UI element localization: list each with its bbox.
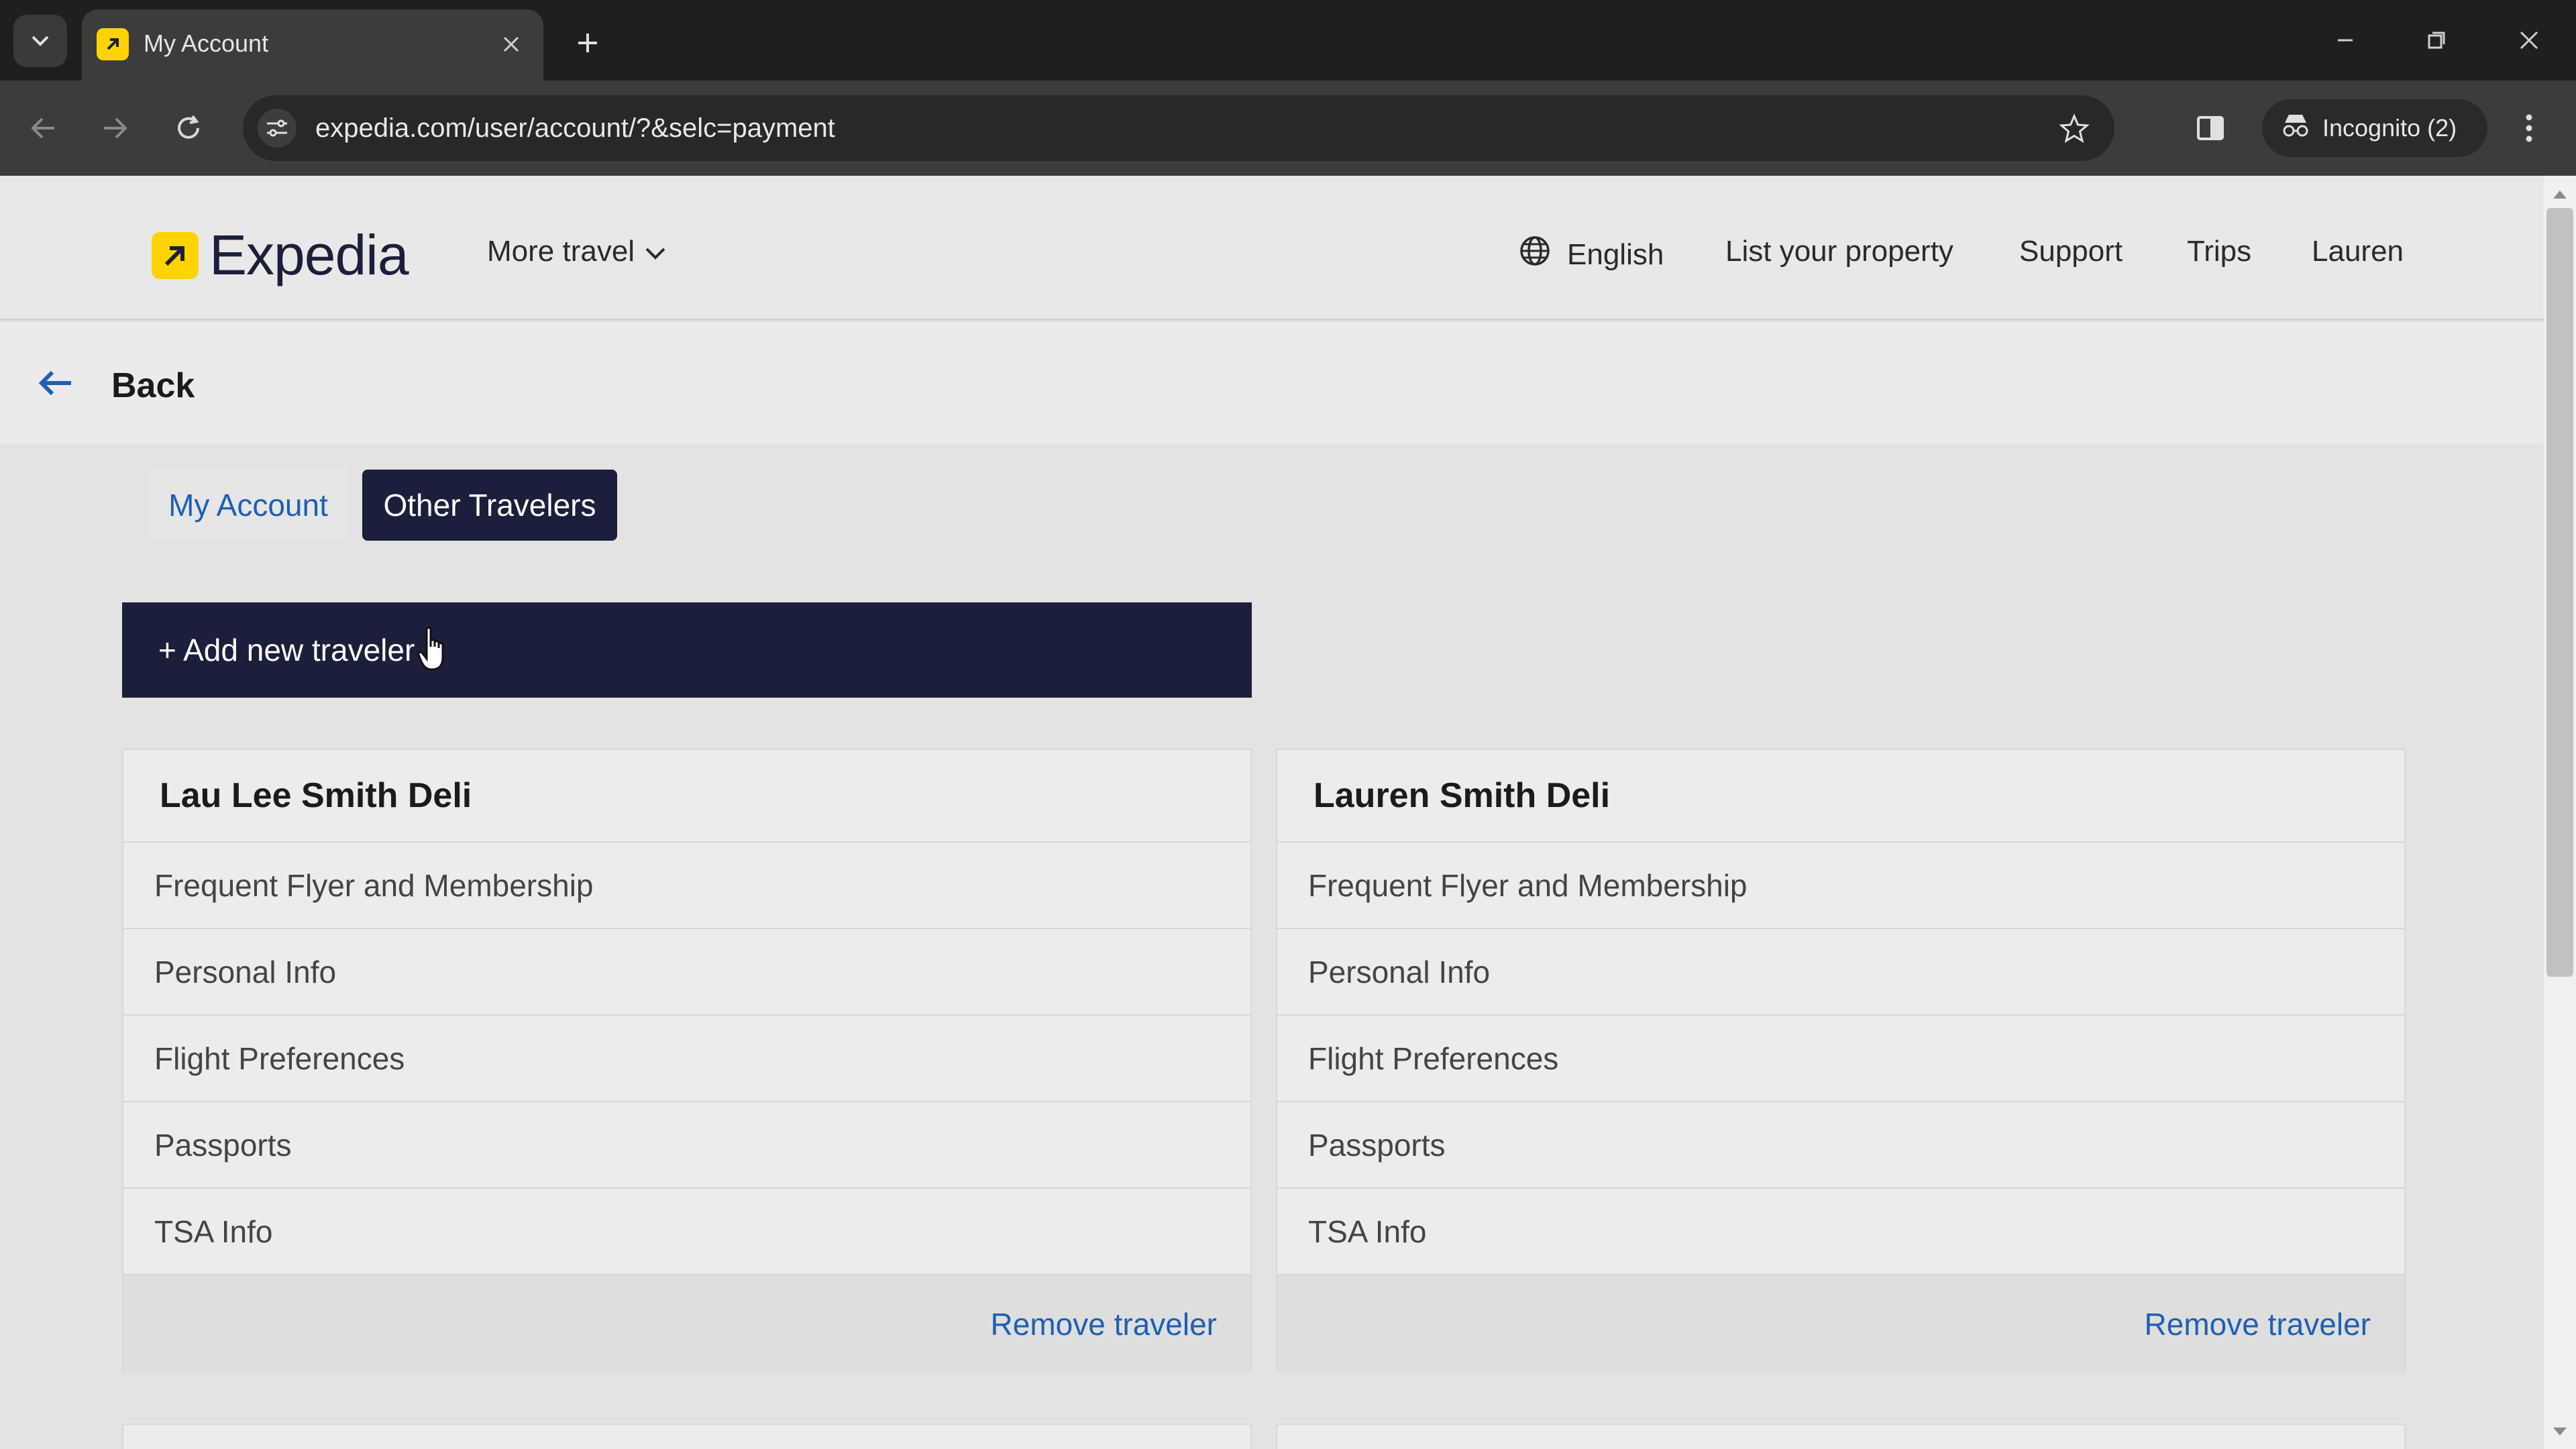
- browser-toolbar: expedia.com/user/account/?&selc=payment …: [0, 80, 2576, 176]
- tab-my-account[interactable]: My Account: [148, 470, 349, 541]
- card-footer: Remove traveler: [1277, 1275, 2404, 1373]
- minimize-icon[interactable]: [2325, 20, 2365, 60]
- frequent-flyer-link[interactable]: Frequent Flyer and Membership: [123, 843, 1250, 929]
- user-menu[interactable]: Lauren: [2312, 235, 2404, 268]
- flight-preferences-link[interactable]: Flight Preferences: [1277, 1016, 2404, 1102]
- incognito-icon: [2281, 112, 2310, 145]
- chevron-down-icon: [644, 235, 667, 268]
- page-viewport: Expedia More travel English List your pr…: [0, 176, 2544, 1449]
- incognito-label: Incognito (2): [2322, 114, 2457, 142]
- site-header: Expedia More travel English List your pr…: [0, 176, 2544, 321]
- flight-preferences-link[interactable]: Flight Preferences: [123, 1016, 1250, 1102]
- personal-info-link[interactable]: Personal Info: [1277, 929, 2404, 1016]
- back-icon[interactable]: [20, 105, 67, 152]
- passports-link[interactable]: Passports: [123, 1102, 1250, 1189]
- back-bar: Back: [0, 323, 2544, 443]
- site-info-icon[interactable]: [258, 109, 297, 148]
- globe-icon: [1519, 235, 1551, 274]
- forward-icon[interactable]: [91, 105, 138, 152]
- scroll-up-icon[interactable]: [2549, 184, 2571, 204]
- remove-traveler-button[interactable]: Remove traveler: [2145, 1306, 2371, 1342]
- support-link[interactable]: Support: [2019, 235, 2123, 268]
- star-icon[interactable]: [2055, 110, 2093, 148]
- tsa-info-link[interactable]: TSA Info: [123, 1189, 1250, 1275]
- side-panel-icon[interactable]: [2187, 105, 2234, 152]
- traveler-card: Lauren Smith Deli Frequent Flyer and Mem…: [1276, 749, 2406, 1373]
- tsa-info-link[interactable]: TSA Info: [1277, 1189, 2404, 1275]
- address-bar[interactable]: expedia.com/user/account/?&selc=payment: [243, 95, 2114, 161]
- remove-traveler-button[interactable]: Remove traveler: [991, 1306, 1217, 1342]
- reload-icon[interactable]: [165, 105, 212, 152]
- favicon-icon: [97, 28, 129, 60]
- more-travel-menu[interactable]: More travel: [487, 235, 667, 268]
- url-text[interactable]: expedia.com/user/account/?&selc=payment: [315, 111, 835, 145]
- logo-icon: [152, 231, 199, 279]
- expedia-logo[interactable]: Expedia: [152, 223, 409, 288]
- close-icon[interactable]: [496, 30, 526, 59]
- trips-link[interactable]: Trips: [2187, 235, 2251, 268]
- browser-tabstrip: My Account: [0, 0, 2576, 80]
- traveler-name: Lauren Smith Deli: [1277, 750, 2404, 843]
- card-footer: Remove traveler: [123, 1275, 1250, 1373]
- more-travel-label: More travel: [487, 235, 635, 268]
- arrow-left-icon[interactable]: [35, 363, 75, 403]
- list-property-link[interactable]: List your property: [1725, 235, 1953, 268]
- tab-search-icon[interactable]: [13, 15, 67, 67]
- frequent-flyer-link[interactable]: Frequent Flyer and Membership: [1277, 843, 2404, 929]
- traveler-card-partial: [1276, 1424, 2406, 1449]
- add-new-traveler-button[interactable]: + Add new traveler: [122, 602, 1252, 698]
- language-selector[interactable]: English: [1519, 235, 1664, 274]
- scroll-down-icon[interactable]: [2549, 1422, 2571, 1442]
- tab-title: My Account: [144, 30, 269, 57]
- language-label: English: [1567, 237, 1664, 271]
- scrollbar-thumb[interactable]: [2546, 208, 2573, 977]
- browser-tab[interactable]: My Account: [82, 9, 543, 80]
- restore-icon[interactable]: [2416, 20, 2457, 60]
- logo-text: Expedia: [209, 223, 409, 286]
- plus-icon[interactable]: [568, 23, 608, 63]
- back-link[interactable]: Back: [111, 366, 195, 406]
- passports-link[interactable]: Passports: [1277, 1102, 2404, 1189]
- window-close-icon[interactable]: [2509, 20, 2549, 60]
- tab-other-travelers[interactable]: Other Travelers: [362, 470, 617, 541]
- hand-cursor-icon: [417, 627, 451, 672]
- traveler-card-partial: [122, 1424, 1252, 1449]
- traveler-name: Lau Lee Smith Deli: [123, 750, 1250, 843]
- more-icon[interactable]: [2509, 105, 2549, 152]
- personal-info-link[interactable]: Personal Info: [123, 929, 1250, 1016]
- incognito-badge[interactable]: Incognito (2): [2262, 99, 2487, 157]
- traveler-card: Lau Lee Smith Deli Frequent Flyer and Me…: [122, 749, 1252, 1373]
